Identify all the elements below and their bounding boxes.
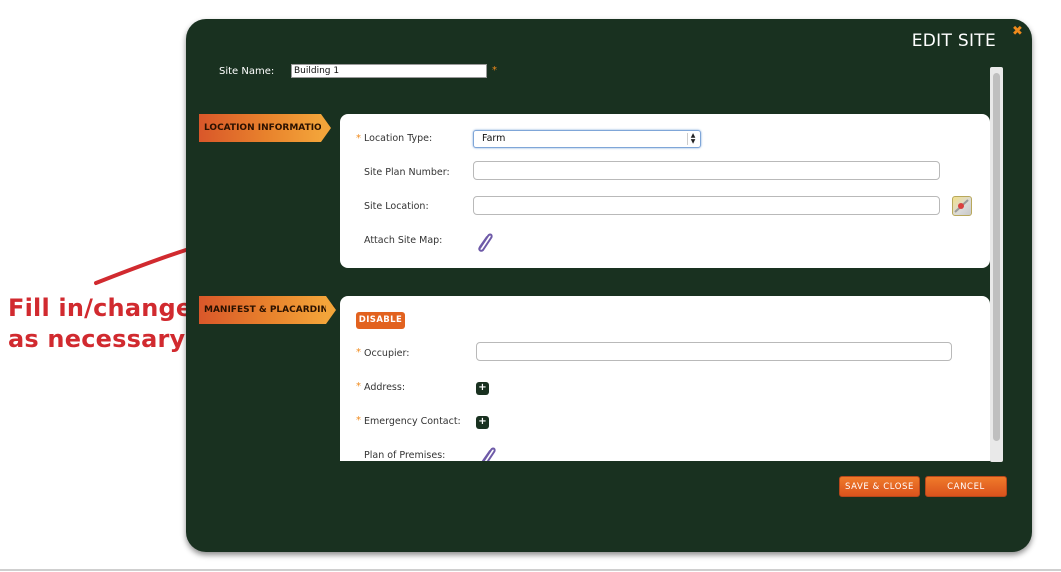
address-required: * [356, 381, 361, 392]
manifest-section-tag: MANIFEST & PLACARDING [199, 296, 336, 324]
location-type-label: Location Type: [364, 133, 433, 144]
close-icon[interactable]: ✖ [1012, 25, 1023, 38]
save-close-button[interactable]: SAVE & CLOSE [839, 476, 920, 497]
plan-of-premises-label: Plan of Premises: [364, 450, 446, 461]
page-divider [0, 569, 1061, 571]
annotation-line-2: as necessary [8, 325, 186, 353]
location-section-tag: LOCATION INFORMATION [199, 114, 331, 142]
emergency-contact-label: Emergency Contact: [364, 416, 461, 427]
site-location-input[interactable] [473, 196, 940, 215]
dialog-scroll-area: LOCATION INFORMATION * Location Type: Fa… [186, 109, 1004, 461]
site-name-input[interactable] [291, 64, 487, 78]
site-name-required: * [492, 65, 497, 76]
occupier-input[interactable] [476, 342, 952, 361]
disable-button[interactable]: DISABLE [356, 312, 405, 329]
cancel-button[interactable]: CANCEL [925, 476, 1007, 497]
address-label: Address: [364, 382, 406, 393]
location-type-select[interactable]: Farm ▲ ▼ [473, 130, 701, 148]
site-plan-number-label: Site Plan Number: [364, 167, 450, 178]
paperclip-icon[interactable] [474, 230, 494, 252]
paperclip-icon[interactable] [477, 444, 497, 461]
edit-site-dialog: EDIT SITE Site Name: * LOCATION INFORMAT… [186, 19, 1032, 552]
location-type-value: Farm [482, 133, 506, 144]
annotation-text: Fill in/change as necessary [8, 293, 193, 355]
occupier-required: * [356, 347, 361, 358]
site-name-label: Site Name: [219, 66, 275, 77]
manifest-card: DISABLE * Occupier: * Address: + * Emerg… [340, 296, 990, 461]
location-type-required: * [356, 133, 361, 144]
map-picker-icon[interactable] [952, 196, 972, 216]
emergency-contact-required: * [356, 415, 361, 426]
attach-site-map-label: Attach Site Map: [364, 235, 443, 246]
dialog-title: EDIT SITE [911, 31, 996, 51]
map-pin-icon [954, 199, 969, 213]
select-arrows-icon: ▲ ▼ [687, 133, 698, 145]
site-plan-number-input[interactable] [473, 161, 940, 180]
add-address-button[interactable]: + [476, 382, 489, 395]
site-location-label: Site Location: [364, 201, 429, 212]
location-card: * Location Type: Farm ▲ ▼ Site Plan Numbe… [340, 114, 990, 268]
add-emergency-contact-button[interactable]: + [476, 416, 489, 429]
occupier-label: Occupier: [364, 348, 410, 359]
annotation-line-1: Fill in/change [8, 294, 193, 322]
